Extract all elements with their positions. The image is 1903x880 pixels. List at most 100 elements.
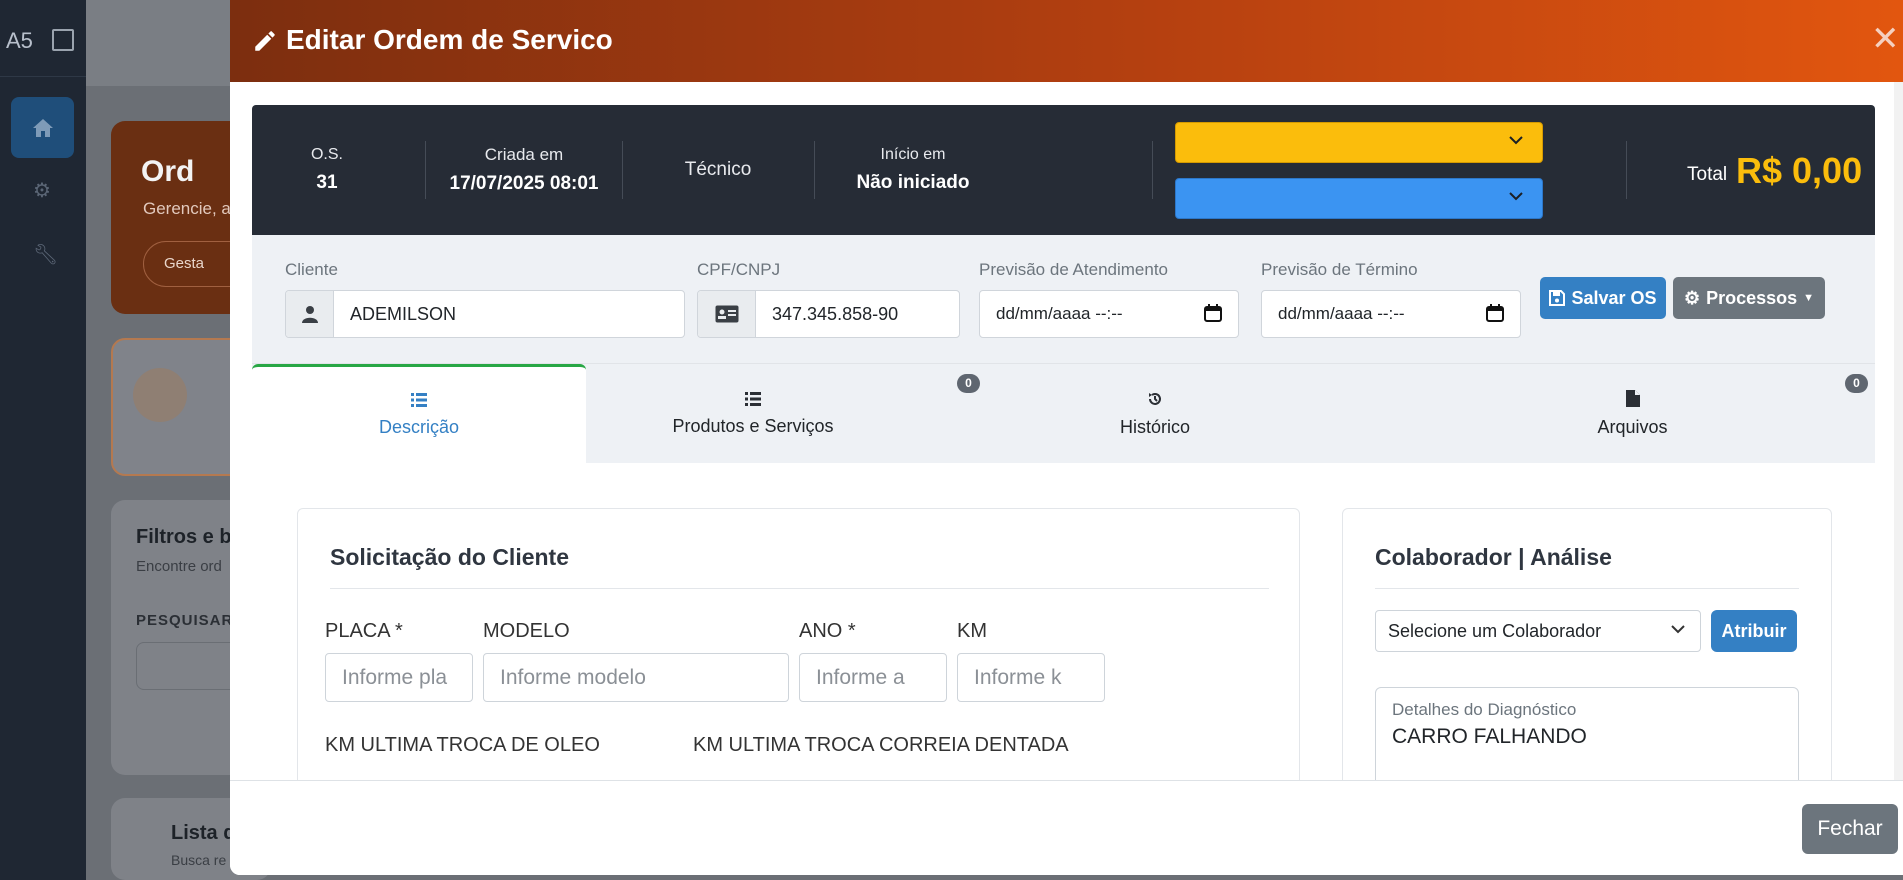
tab-products-services[interactable]: Produtos e Serviços 0 — [586, 364, 980, 464]
collaborator-analysis-title: Colaborador | Análise — [1375, 544, 1612, 570]
save-order-button[interactable]: Salvar OS — [1540, 277, 1666, 319]
collaborator-analysis-panel: Colaborador | Análise Selecione um Colab… — [1342, 508, 1832, 780]
year-input[interactable]: Informe a — [799, 653, 947, 702]
calendar-icon[interactable] — [1486, 304, 1504, 322]
close-button[interactable]: Fechar — [1802, 804, 1898, 854]
forecast-end-label: Previsão de Término — [1261, 260, 1418, 279]
divider — [1152, 141, 1153, 199]
created-label: Criada em — [484, 145, 564, 164]
app-sidebar: A5 ⚙ 🔧︎ — [0, 0, 86, 880]
modal-body: O.S. 31 Criada em 17/07/2025 08:01 Técni… — [230, 82, 1903, 780]
logout-icon[interactable] — [52, 29, 74, 51]
km-input[interactable]: Informe k — [957, 653, 1105, 702]
hero-title: Ord — [141, 155, 195, 188]
km-timing-belt-label: KM ULTIMA TROCA CORREIA DENTADA — [693, 734, 1069, 756]
processes-dropdown-button[interactable]: ⚙ Processos ▼ — [1673, 277, 1825, 319]
document-value: 347.345.858-90 — [772, 303, 899, 324]
collaborator-select[interactable]: Selecione um Colaborador — [1375, 610, 1701, 652]
tab-description[interactable]: Descrição — [252, 364, 586, 464]
os-value: 31 — [316, 172, 338, 193]
tab-history-label: Histórico — [1119, 416, 1190, 437]
start-block: Início em Não iniciado — [815, 105, 1011, 235]
description-content: Solicitação do Cliente PLACA * Informe p… — [252, 463, 1875, 780]
forecast-end-value: dd/mm/aaaa --:-- — [1278, 304, 1405, 323]
diagnosis-field[interactable]: Detalhes do Diagnóstico CARRO FALHANDO — [1375, 687, 1799, 780]
status-select[interactable] — [1175, 122, 1543, 163]
forecast-service-label: Previsão de Atendimento — [979, 260, 1169, 279]
km-label: KM — [957, 620, 987, 642]
wrench-icon[interactable]: 🔧︎ — [33, 242, 58, 267]
technician-block: Técnico — [623, 105, 813, 235]
created-value: 17/07/2025 08:01 — [449, 173, 599, 194]
client-label: Cliente — [285, 260, 338, 279]
document-field[interactable]: 347.345.858-90 — [697, 290, 960, 338]
year-label: ANO * — [799, 620, 856, 642]
total-value: R$ 0,00 — [1736, 150, 1863, 191]
divider — [330, 588, 1269, 589]
tab-history[interactable]: Histórico — [920, 364, 1390, 464]
tab-files-label: Arquivos — [1597, 417, 1668, 437]
client-field[interactable]: ADEMILSON — [285, 290, 685, 338]
calendar-icon[interactable] — [1204, 304, 1222, 322]
sidebar-item-home[interactable] — [11, 97, 74, 158]
client-value: ADEMILSON — [350, 303, 457, 324]
start-label: Início em — [880, 146, 946, 163]
collaborator-select-value: Selecione um Colaborador — [1388, 621, 1602, 641]
modal-header: Editar Ordem de Servico ✕ — [230, 0, 1903, 82]
created-block: Criada em 17/07/2025 08:01 — [426, 105, 622, 235]
edit-order-modal: Editar Ordem de Servico ✕ O.S. 31 Criada… — [230, 0, 1903, 875]
diagnosis-value: CARRO FALHANDO — [1392, 725, 1587, 748]
order-summary: O.S. 31 Criada em 17/07/2025 08:01 Técni… — [252, 105, 1875, 235]
plate-label: PLACA * — [325, 620, 403, 642]
priority-select[interactable] — [1175, 178, 1543, 219]
sidebar-divider — [0, 76, 86, 77]
model-label: MODELO — [483, 620, 570, 642]
chevron-down-icon — [1509, 136, 1523, 145]
list-subtitle: Busca re — [171, 852, 227, 868]
pencil-icon — [252, 28, 278, 61]
modal-title: Editar Ordem de Servico — [286, 24, 613, 55]
os-number-block: O.S. 31 — [252, 105, 402, 235]
forecast-service-value: dd/mm/aaaa --:-- — [996, 304, 1123, 323]
history-icon — [1149, 392, 1161, 405]
modal-footer: Fechar — [230, 780, 1903, 875]
order-tabs: Descrição Produtos e Serviços 0 Históric… — [252, 363, 1875, 464]
list-icon — [411, 393, 427, 407]
tab-description-label: Descrição — [378, 417, 460, 437]
start-value: Não iniciado — [856, 172, 970, 193]
chevron-down-icon — [1671, 625, 1685, 634]
tab-products-label: Produtos e Serviços — [672, 415, 834, 436]
customer-request-title: Solicitação do Cliente — [330, 544, 569, 570]
gear-icon[interactable]: ⚙ — [33, 178, 51, 203]
chevron-down-icon — [1509, 192, 1523, 201]
diagnosis-label: Detalhes do Diagnóstico — [1392, 700, 1577, 719]
home-icon — [32, 118, 53, 137]
assign-button[interactable]: Atribuir — [1711, 610, 1797, 652]
file-icon — [1625, 390, 1640, 407]
km-oil-change-label: KM ULTIMA TROCA DE OLEO — [325, 734, 600, 756]
divider — [1626, 141, 1627, 199]
model-input[interactable]: Informe modelo — [483, 653, 789, 702]
filters-subtitle: Encontre ord — [136, 558, 222, 575]
total-label: Total — [1687, 164, 1728, 185]
forecast-end-input[interactable]: dd/mm/aaaa --:-- — [1261, 290, 1521, 338]
files-count-badge: 0 — [1845, 374, 1868, 393]
id-card-icon — [698, 291, 756, 337]
close-icon[interactable]: ✕ — [1871, 22, 1900, 56]
tab-files[interactable]: Arquivos 0 — [1390, 364, 1875, 464]
forecast-service-input[interactable]: dd/mm/aaaa --:-- — [979, 290, 1239, 338]
modal-scrollbar[interactable] — [1894, 82, 1903, 780]
caret-down-icon: ▼ — [1803, 292, 1815, 304]
customer-request-panel: Solicitação do Cliente PLACA * Informe p… — [297, 508, 1300, 780]
divider — [1375, 588, 1799, 589]
filters-title: Filtros e b — [136, 526, 232, 548]
processes-label: Processos — [1706, 287, 1798, 308]
save-icon — [1549, 290, 1566, 306]
wrench-icon — [133, 368, 187, 422]
gear-icon: ⚙ — [1683, 287, 1701, 308]
list-icon — [745, 391, 761, 406]
technician-label: Técnico — [684, 159, 752, 180]
plate-input[interactable]: Informe pla — [325, 653, 473, 702]
document-label: CPF/CNPJ — [697, 260, 781, 279]
search-label: PESQUISAR — [136, 612, 234, 629]
